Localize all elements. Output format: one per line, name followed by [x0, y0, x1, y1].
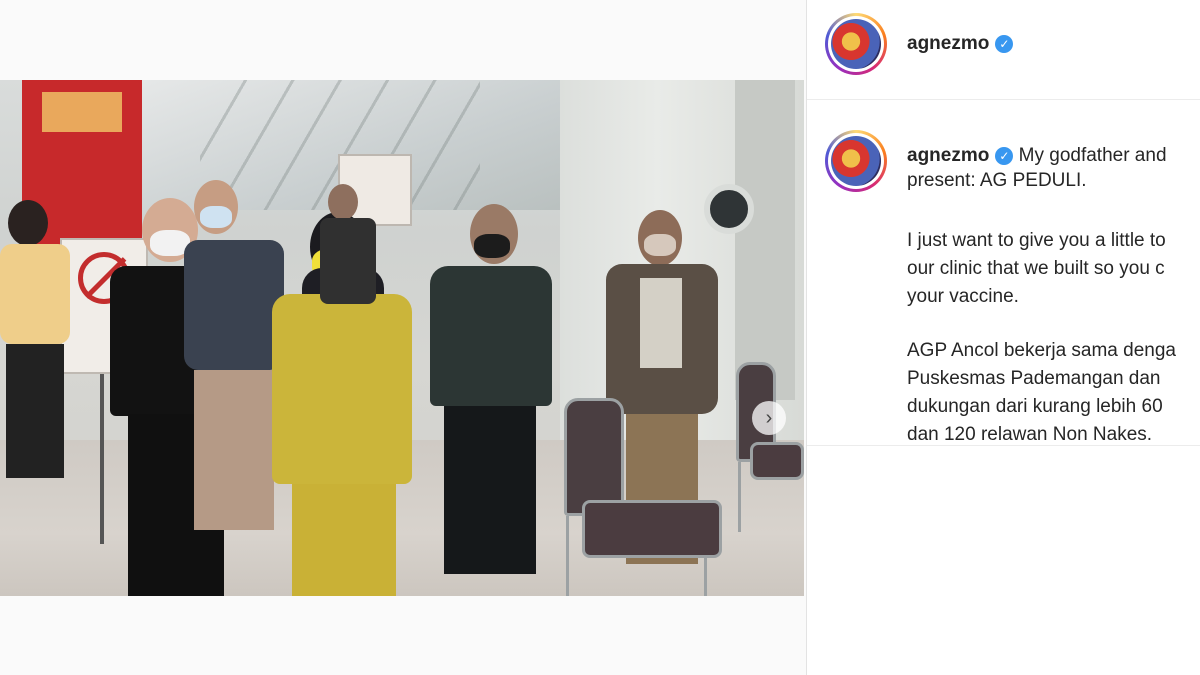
post-author-username[interactable]: agnezmo ✓ — [907, 33, 1014, 55]
person-left-edge — [0, 200, 70, 500]
caption-section: agnezmo ✓ My godfather and present: AG PE… — [807, 100, 1200, 446]
post-header: agnezmo ✓ — [807, 0, 1200, 100]
chair-front — [558, 398, 724, 596]
next-slide-button[interactable]: › — [752, 401, 786, 435]
verified-badge-icon: ✓ — [995, 34, 1014, 53]
post-video[interactable]: › — [0, 80, 804, 596]
username-text[interactable]: agnezmo — [907, 33, 989, 54]
caption-username[interactable]: agnezmo — [907, 145, 989, 166]
avatar-image — [831, 19, 881, 69]
chevron-right-icon: › — [765, 406, 773, 429]
caption-line: your vaccine. — [907, 286, 1019, 307]
caption-text-start: My godfather and — [1018, 145, 1167, 166]
verified-badge-icon: ✓ — [995, 146, 1014, 165]
post-side-panel: agnezmo ✓ agnezmo ✓ My godfather and prese… — [806, 0, 1200, 675]
person-man-background — [320, 184, 380, 304]
avatar[interactable] — [825, 13, 887, 75]
caption-line: AGP Ancol bekerja sama denga — [907, 340, 1176, 361]
caption-line: our clinic that we built so you c — [907, 258, 1165, 279]
pillar-decor — [735, 80, 795, 400]
sign-stand — [100, 374, 104, 544]
caption-avatar[interactable] — [825, 130, 887, 192]
post-media-pane: › — [0, 0, 806, 675]
caption-line: I just want to give you a little to — [907, 230, 1166, 251]
caption-first-line: agnezmo ✓ My godfather and — [907, 142, 1200, 169]
avatar-image — [831, 136, 881, 186]
caption-line: Puskesmas Pademangan dan — [907, 368, 1161, 389]
caption-line: present: AG PEDULI. — [907, 170, 1087, 191]
chair-back — [730, 362, 804, 542]
caption-line: dan 120 relawan Non Nakes. — [907, 424, 1153, 445]
caption-line: dukungan dari kurang lebih 60 — [907, 396, 1163, 417]
person-dark-shirt — [430, 204, 554, 594]
